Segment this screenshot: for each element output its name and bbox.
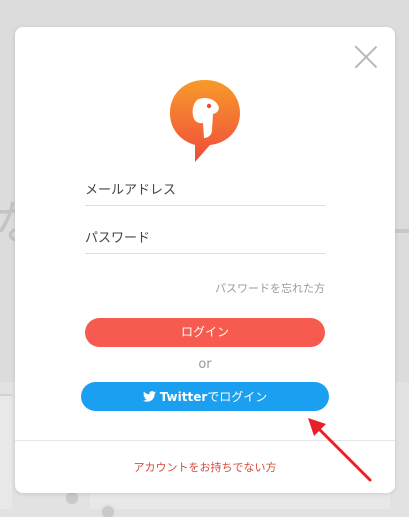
speech-bubble-dog-logo (170, 80, 240, 162)
email-input[interactable] (85, 176, 325, 206)
login-button[interactable]: ログイン (85, 318, 325, 347)
password-input[interactable] (85, 224, 325, 254)
twitter-button-label: でログイン (207, 390, 268, 404)
or-separator: or (198, 357, 212, 372)
avatar (100, 504, 116, 517)
twitter-bird-icon (142, 391, 156, 402)
background-column (0, 394, 12, 509)
forgot-password-link[interactable]: パスワードを忘れた方 (215, 280, 325, 296)
close-icon[interactable] (353, 44, 379, 70)
annotation-arrow-icon (308, 418, 372, 482)
twitter-brand-label: Twitter (159, 389, 208, 404)
twitter-login-button[interactable]: Twitter でログイン (81, 382, 329, 411)
